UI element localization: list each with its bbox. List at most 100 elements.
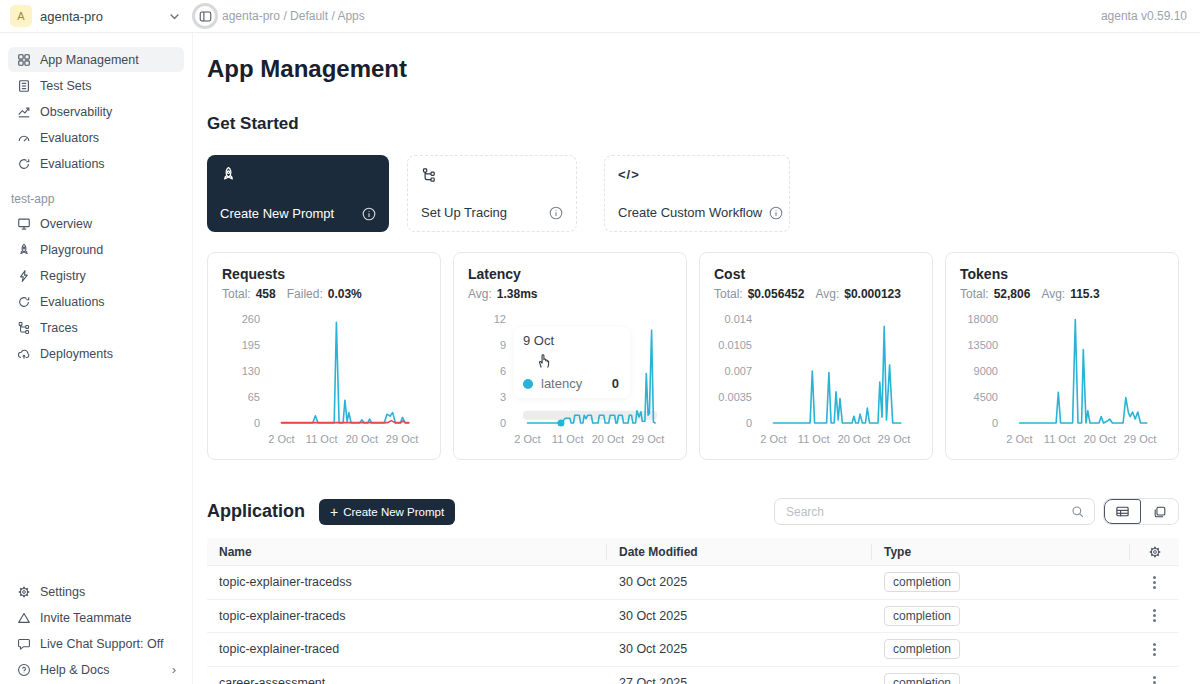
svg-text:0.007: 0.007 — [724, 365, 752, 377]
tooltip-date: 9 Oct — [523, 333, 621, 348]
triangle-icon — [16, 610, 31, 625]
bolt-icon — [16, 268, 31, 283]
cost-card: Cost Total: $0.056452 Avg: $0.000123 0.0… — [699, 252, 933, 460]
create-custom-workflow-card[interactable]: </> Create Custom Workflow — [604, 155, 790, 232]
sidebar-item-registry[interactable]: Registry — [8, 263, 184, 288]
sidebar-app-section-label: test-app — [11, 192, 182, 206]
table-row[interactable]: topic-explainer-traceds 30 Oct 2025 comp… — [207, 600, 1179, 634]
cost-chart: 0.0140.01050.0070.003502 Oct11 Oct20 Oct… — [714, 309, 920, 459]
sidebar-item-test-sets[interactable]: Test Sets — [8, 73, 184, 98]
info-icon[interactable] — [355, 207, 376, 221]
svg-text:0.0035: 0.0035 — [718, 391, 752, 403]
svg-text:11 Oct: 11 Oct — [552, 433, 584, 445]
set-up-tracing-card[interactable]: Set Up Tracing — [407, 155, 577, 232]
chevron-down-icon — [169, 11, 180, 22]
stat-title: Cost — [714, 266, 918, 282]
topbar: A agenta-pro agenta-pro / Default / Apps… — [0, 0, 1200, 33]
sidebar-item-settings[interactable]: Settings — [8, 579, 184, 604]
sidebar-footer: Settings Invite Teammate Live Chat Suppo… — [0, 578, 192, 683]
svg-text:130: 130 — [242, 365, 260, 377]
search-input[interactable] — [786, 505, 1071, 519]
sidebar-item-evaluators[interactable]: Evaluators — [8, 125, 184, 150]
sidebar-item-deployments[interactable]: Deployments — [8, 341, 184, 366]
stats-row: Requests Total: 458 Failed: 0.03% 260195… — [207, 252, 1179, 460]
application-header: Application + Create New Prompt — [207, 498, 1179, 525]
table-row[interactable]: topic-explainer-traced 30 Oct 2025 compl… — [207, 633, 1179, 667]
requests-chart: 2601951306502 Oct11 Oct20 Oct29 Oct — [222, 309, 428, 459]
column-name[interactable]: Name — [207, 544, 607, 560]
table-row[interactable]: topic-explainer-tracedss 30 Oct 2025 com… — [207, 566, 1179, 600]
gauge-icon — [16, 130, 31, 145]
table-header: Name Date Modified Type — [207, 538, 1179, 566]
sidebar-item-traces[interactable]: Traces — [8, 315, 184, 340]
svg-text:11 Oct: 11 Oct — [306, 433, 338, 445]
table-icon — [16, 78, 31, 93]
sidebar-item-help-docs[interactable]: Help & Docs › — [8, 657, 184, 682]
svg-text:260: 260 — [242, 313, 260, 325]
svg-text:2 Oct: 2 Oct — [760, 433, 786, 445]
version-label: agenta v0.59.10 — [1101, 9, 1187, 23]
card-view-button[interactable] — [1141, 499, 1178, 524]
series-dot — [523, 379, 533, 389]
svg-text:29 Oct: 29 Oct — [1124, 433, 1156, 445]
type-badge: completion — [884, 606, 960, 626]
tooltip-row: latency 0 — [523, 376, 621, 391]
svg-text:29 Oct: 29 Oct — [632, 433, 664, 445]
svg-text:20 Oct: 20 Oct — [346, 433, 378, 445]
svg-text:0: 0 — [992, 417, 998, 429]
page-title: App Management — [207, 55, 1179, 83]
svg-text:0.014: 0.014 — [724, 313, 752, 325]
rocket-icon — [16, 242, 31, 257]
row-menu-button[interactable]: ⋮ — [1153, 648, 1156, 651]
stat-title: Latency — [468, 266, 672, 282]
sidebar-item-evaluations[interactable]: Evaluations — [8, 151, 184, 176]
sidebar-collapse-button[interactable] — [192, 3, 218, 29]
svg-text:13500: 13500 — [967, 339, 998, 351]
row-menu-button[interactable]: ⋮ — [1153, 614, 1156, 617]
search-icon[interactable] — [1071, 505, 1085, 519]
sidebar-item-invite-teammate[interactable]: Invite Teammate — [8, 605, 184, 630]
svg-text:6: 6 — [500, 365, 506, 377]
svg-text:29 Oct: 29 Oct — [878, 433, 910, 445]
sidebar: App Management Test Sets Observability E… — [0, 33, 193, 684]
svg-text:18000: 18000 — [967, 313, 998, 325]
chart-tooltip: 9 Oct latency 0 — [514, 327, 630, 398]
get-started-cards: Create New Prompt Set Up Tracing </> Cre… — [207, 155, 1179, 232]
type-badge: completion — [884, 572, 960, 592]
table-row[interactable]: career-assessment 27 Oct 2025 completion… — [207, 667, 1179, 684]
chevron-right-icon: › — [172, 662, 176, 677]
info-icon[interactable] — [762, 206, 783, 220]
requests-card: Requests Total: 458 Failed: 0.03% 260195… — [207, 252, 441, 460]
application-heading: Application — [207, 501, 305, 522]
table-settings-gear-icon[interactable] — [1148, 545, 1162, 559]
workspace-selector[interactable]: A agenta-pro — [0, 5, 180, 27]
sidebar-item-app-evaluations[interactable]: Evaluations — [8, 289, 184, 314]
search-box[interactable] — [774, 498, 1095, 525]
column-type[interactable]: Type — [872, 544, 1130, 560]
sidebar-item-observability[interactable]: Observability — [8, 99, 184, 124]
create-new-prompt-button[interactable]: + Create New Prompt — [319, 499, 455, 525]
cloud-icon — [16, 346, 31, 361]
column-date-modified[interactable]: Date Modified — [607, 544, 872, 560]
refresh-circle-icon — [16, 156, 31, 171]
sidebar-item-overview[interactable]: Overview — [8, 211, 184, 236]
get-started-heading: Get Started — [207, 114, 1179, 134]
panel-left-icon — [199, 10, 212, 23]
info-icon[interactable] — [542, 206, 563, 220]
chart-line-icon — [16, 104, 31, 119]
svg-text:0: 0 — [500, 417, 506, 429]
sidebar-item-app-management[interactable]: App Management — [8, 47, 184, 72]
create-new-prompt-card[interactable]: Create New Prompt — [207, 155, 389, 232]
svg-text:4500: 4500 — [974, 391, 998, 403]
svg-text:0: 0 — [746, 417, 752, 429]
chat-bubble-icon — [16, 636, 31, 651]
svg-text:20 Oct: 20 Oct — [838, 433, 870, 445]
table-view-button[interactable] — [1104, 499, 1141, 524]
row-menu-button[interactable]: ⋮ — [1153, 581, 1156, 584]
code-icon: </> — [618, 167, 776, 182]
main-content: App Management Get Started Create New Pr… — [193, 33, 1200, 684]
sidebar-item-live-chat[interactable]: Live Chat Support: Off — [8, 631, 184, 656]
breadcrumb[interactable]: agenta-pro / Default / Apps — [222, 9, 365, 23]
svg-text:2 Oct: 2 Oct — [514, 433, 540, 445]
sidebar-item-playground[interactable]: Playground — [8, 237, 184, 262]
